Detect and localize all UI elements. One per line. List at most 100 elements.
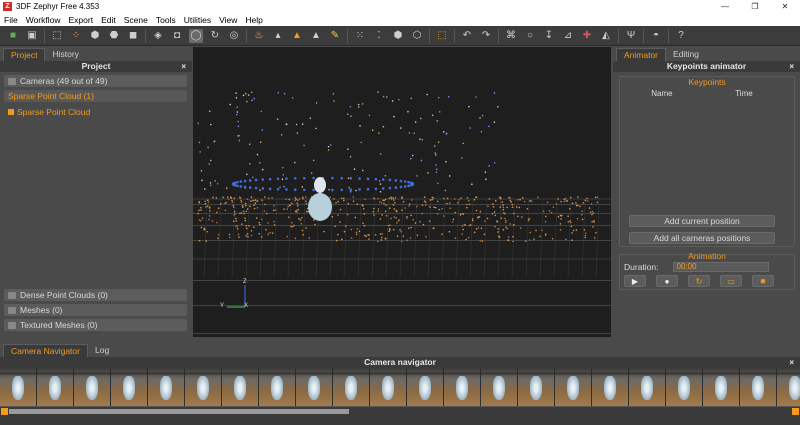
camera-thumbnail[interactable] bbox=[222, 368, 259, 406]
circle-tool-icon[interactable]: ○ bbox=[523, 29, 537, 43]
minimize-button[interactable]: — bbox=[710, 0, 740, 13]
play-button[interactable]: ▶ bbox=[624, 275, 646, 287]
mask-icon[interactable]: ◓ bbox=[649, 29, 663, 43]
camera-thumbnail[interactable] bbox=[148, 368, 185, 406]
undo-icon[interactable]: ↶ bbox=[460, 29, 474, 43]
add-current-position-button[interactable]: Add current position bbox=[629, 215, 775, 227]
camera-thumbnail[interactable] bbox=[740, 368, 777, 406]
select-points-icon[interactable]: ⁙ bbox=[353, 29, 367, 43]
redo-icon[interactable]: ↷ bbox=[479, 29, 493, 43]
filmstrip-scrollbar[interactable] bbox=[0, 406, 800, 415]
duration-input[interactable]: 00:00 bbox=[672, 262, 769, 272]
tree-item-meshes[interactable]: Meshes (0) bbox=[4, 304, 187, 316]
add-all-cameras-button[interactable]: Add all cameras positions bbox=[629, 232, 775, 244]
point-cloud-canvas[interactable] bbox=[193, 47, 611, 337]
tab-project[interactable]: Project bbox=[3, 48, 46, 61]
camera-thumbnail[interactable] bbox=[777, 368, 800, 406]
camera-thumbnail[interactable] bbox=[111, 368, 148, 406]
tab-log[interactable]: Log bbox=[88, 344, 116, 357]
camera-thumbnail[interactable] bbox=[703, 368, 740, 406]
close-panel-icon[interactable]: × bbox=[789, 61, 794, 72]
menu-help[interactable]: Help bbox=[241, 15, 266, 25]
camera-thumbnail[interactable] bbox=[407, 368, 444, 406]
maximize-button[interactable]: ❐ bbox=[740, 0, 770, 13]
menu-export[interactable]: Export bbox=[65, 15, 98, 25]
lasso-tool-icon[interactable]: ⌘ bbox=[504, 29, 518, 43]
bounding-box-icon[interactable]: ⬚ bbox=[50, 29, 64, 43]
gizmo-icon[interactable]: ✚ bbox=[580, 29, 594, 43]
record-button[interactable]: ● bbox=[656, 275, 678, 287]
save-animation-button[interactable]: ▭ bbox=[720, 275, 742, 287]
column-time[interactable]: Time bbox=[735, 89, 752, 98]
mesh-icon[interactable]: ⬣ bbox=[107, 29, 121, 43]
camera-thumbnail[interactable] bbox=[37, 368, 74, 406]
free-view-icon[interactable]: ◎ bbox=[227, 29, 241, 43]
camera-thumbnail[interactable] bbox=[444, 368, 481, 406]
camera-thumbnails[interactable] bbox=[0, 368, 800, 406]
menu-utilities[interactable]: Utilities bbox=[180, 15, 215, 25]
orbit-icon[interactable]: ◯ bbox=[189, 28, 203, 43]
scroll-left-icon[interactable] bbox=[1, 408, 8, 415]
camera-thumbnail[interactable] bbox=[0, 368, 37, 406]
menu-edit[interactable]: Edit bbox=[97, 15, 120, 25]
pin-icon[interactable]: ↧ bbox=[542, 29, 556, 43]
tab-history[interactable]: History bbox=[45, 48, 85, 61]
points-render-icon[interactable]: ▴ bbox=[271, 29, 285, 43]
scroll-right-icon[interactable] bbox=[792, 408, 799, 415]
new-project-icon[interactable]: ■ bbox=[6, 29, 20, 43]
camera-icon[interactable]: ◘ bbox=[170, 29, 184, 43]
close-button[interactable]: ✕ bbox=[770, 0, 800, 13]
hex-select-icon[interactable]: ⬢ bbox=[391, 29, 405, 43]
camera-thumbnail[interactable] bbox=[259, 368, 296, 406]
cube-icon[interactable]: ◈ bbox=[151, 29, 165, 43]
camera-thumbnail[interactable] bbox=[518, 368, 555, 406]
light-bulb-icon[interactable]: ♨ bbox=[252, 29, 266, 43]
camera-thumbnail[interactable] bbox=[333, 368, 370, 406]
tab-animator[interactable]: Animator bbox=[616, 48, 667, 61]
ruler-icon[interactable]: ◭ bbox=[599, 29, 613, 43]
rotate-icon[interactable]: ↻ bbox=[208, 29, 222, 43]
tree-item-sparse-cloud[interactable]: Sparse Point Cloud bbox=[8, 106, 192, 117]
3d-viewport[interactable]: Z Y X bbox=[193, 47, 611, 337]
menu-view[interactable]: View bbox=[215, 15, 241, 25]
camera-thumbnail[interactable] bbox=[74, 368, 111, 406]
measure-icon[interactable]: ⊿ bbox=[561, 29, 575, 43]
close-panel-icon[interactable]: × bbox=[181, 61, 186, 72]
tree-item-dense[interactable]: Dense Point Clouds (0) bbox=[4, 289, 187, 301]
camera-thumbnail[interactable] bbox=[370, 368, 407, 406]
solid-icon[interactable]: ▲ bbox=[309, 29, 323, 43]
column-name[interactable]: Name bbox=[651, 89, 672, 98]
tab-camera-navigator[interactable]: Camera Navigator bbox=[3, 344, 88, 357]
sparse-cloud-icon[interactable]: ⁘ bbox=[69, 29, 83, 43]
menu-workflow[interactable]: Workflow bbox=[22, 15, 65, 25]
brush-icon[interactable]: ✎ bbox=[328, 29, 342, 43]
textured-mesh-icon[interactable]: ◼ bbox=[126, 29, 140, 43]
sparse-cloud-checkbox-icon[interactable] bbox=[8, 108, 14, 115]
invert-select-icon[interactable]: ⬡ bbox=[410, 29, 424, 43]
tree-item-textured[interactable]: Textured Meshes (0) bbox=[4, 319, 187, 331]
camera-thumbnail[interactable] bbox=[481, 368, 518, 406]
menu-scene[interactable]: Scene bbox=[120, 15, 152, 25]
crop-icon[interactable]: ⬚ bbox=[435, 29, 449, 43]
animation-settings-button[interactable]: ✹ bbox=[752, 275, 774, 287]
tab-editing[interactable]: Editing bbox=[666, 48, 706, 61]
menu-file[interactable]: File bbox=[0, 15, 22, 25]
save-icon[interactable]: ▣ bbox=[25, 29, 39, 43]
camera-thumbnail[interactable] bbox=[629, 368, 666, 406]
camera-thumbnail[interactable] bbox=[185, 368, 222, 406]
tripod-icon[interactable]: Ψ bbox=[624, 29, 638, 43]
lasso-icon[interactable]: ⁚ bbox=[372, 29, 386, 43]
loop-button[interactable]: ↻ bbox=[688, 275, 710, 287]
scroll-thumb[interactable] bbox=[9, 409, 349, 414]
wireframe-icon[interactable]: ▲ bbox=[290, 29, 304, 43]
camera-thumbnail[interactable] bbox=[296, 368, 333, 406]
dense-cloud-icon[interactable]: ⬢ bbox=[88, 29, 102, 43]
camera-thumbnail[interactable] bbox=[555, 368, 592, 406]
camera-thumbnail[interactable] bbox=[592, 368, 629, 406]
help-icon[interactable]: ? bbox=[674, 29, 688, 43]
menu-tools[interactable]: Tools bbox=[152, 15, 180, 25]
tree-item-sparse-group[interactable]: Sparse Point Cloud (1) bbox=[4, 90, 187, 102]
tree-item-cameras[interactable]: Cameras (49 out of 49) bbox=[4, 75, 187, 87]
close-panel-icon[interactable]: × bbox=[789, 357, 794, 368]
camera-thumbnail[interactable] bbox=[666, 368, 703, 406]
